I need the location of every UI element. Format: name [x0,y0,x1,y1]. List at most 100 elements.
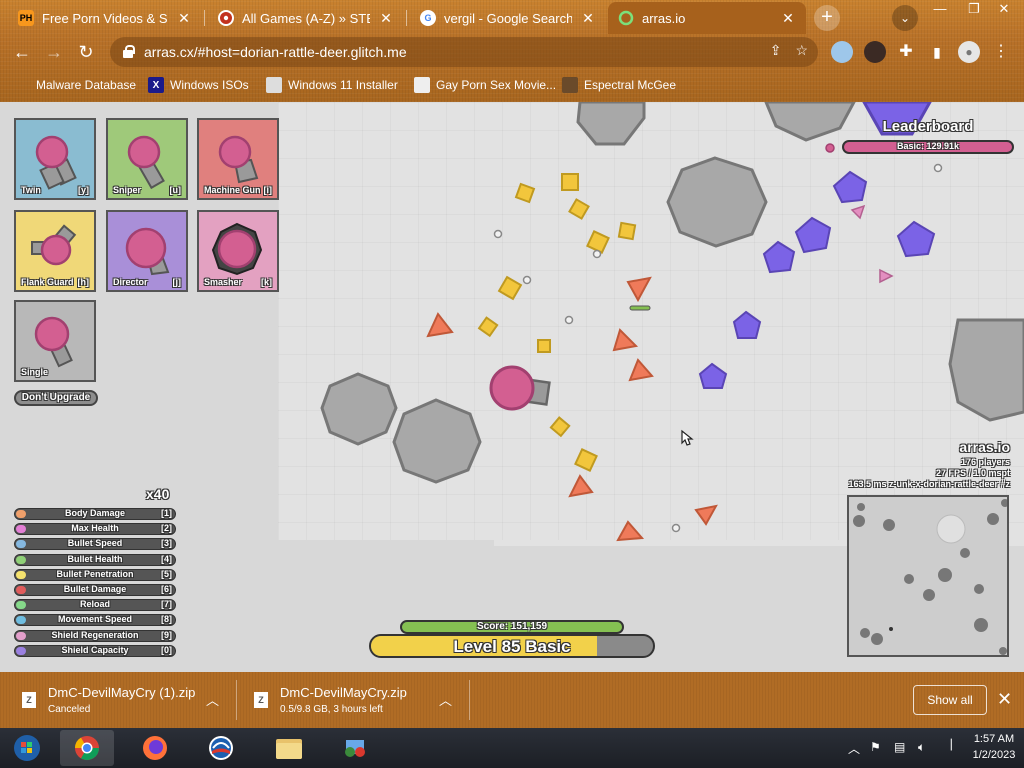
stat-shield-capacity[interactable]: Shield Capacity [0] [14,644,176,657]
rock-shape [320,372,398,446]
upgrade-sniper[interactable]: Sniper [u] [106,118,188,200]
bullet-shape [564,315,574,325]
extension-avatar-icon[interactable] [864,41,886,63]
firefox-icon [143,736,167,760]
pentagon-shape [762,240,796,274]
pornhub-favicon-icon: PH [18,10,34,26]
tab-search-button[interactable]: ⌄ [892,5,918,31]
server-info: 163.5 ms z-unk-x-dorian-rattle-deer #z [848,479,1010,489]
fps-readout: 27 FPS / 1.0 mspt [935,468,1010,478]
folder-icon [276,739,302,759]
taskbar-file-explorer[interactable] [262,730,316,766]
bookmark-malware-database[interactable]: Malware Database [14,75,136,95]
new-tab-button[interactable]: + [814,5,840,31]
minimap [847,495,1009,657]
stat-label: Shield Regeneration [51,629,139,640]
minimap-dots [853,499,1009,655]
start-button[interactable] [0,730,54,766]
action-center-flag-icon[interactable]: ⚑ [870,740,881,754]
minimize-button[interactable]: — [924,0,956,18]
player-tank [489,365,535,411]
stat-bullet-speed[interactable]: Bullet Speed [3] [14,538,176,551]
tab-close-icon[interactable]: ✕ [176,10,192,27]
game-canvas[interactable]: Twin [y] Sniper [u] Machine Gun [i] Flank G… [0,102,1024,672]
stat-bullet-health[interactable]: Bullet Health [4] [14,553,176,566]
reload-button[interactable]: ↻ [73,39,99,65]
upgrade-director[interactable]: Director [j] [106,210,188,292]
show-all-button[interactable]: Show all [913,685,987,715]
bookmark-espectral-mcgee[interactable]: Espectral McGee [562,75,676,95]
tab-1[interactable]: PH Free Porn Videos & Sex M ✕ [8,2,202,34]
tab-close-icon[interactable]: ✕ [580,10,596,27]
stat-max-health[interactable]: Max Health [2] [14,523,176,536]
square-shape [477,316,499,338]
bookmark-label: Windows ISOs [170,78,249,92]
close-downloads-icon[interactable]: ✕ [997,689,1012,710]
upgrade-flank-guard[interactable]: Flank Guard [h] [14,210,96,292]
forward-button[interactable]: → [41,39,67,65]
network-icon[interactable]: ▤ [894,740,905,754]
volume-icon[interactable]: 🔈︎ [918,740,925,755]
close-window-button[interactable]: ✕ [988,0,1020,18]
stat-label: Shield Capacity [61,644,129,655]
stat-key: [5] [161,568,172,579]
taskbar-firefox[interactable] [128,730,182,766]
upgrade-label: Twin [y] [21,185,89,195]
side-panel-icon[interactable]: ▮ [926,41,948,63]
app-logo-icon [209,736,233,760]
leaderboard-entry: Basic: 129.91k [842,140,1014,154]
stat-shield-regeneration[interactable]: Shield Regeneration [9] [14,629,176,642]
extensions-puzzle-icon[interactable]: ✚ [895,41,917,63]
chevron-up-icon[interactable]: ︿ [206,690,219,709]
upgrade-label: Flank Guard [h] [21,277,89,287]
restore-button[interactable]: ❐ [958,0,990,18]
clock-date: 1/2/2023 [972,749,1016,761]
stat-movement-speed[interactable]: Movement Speed [8] [14,614,176,627]
tab-4-active[interactable]: arras.io ✕ [608,2,806,34]
bookmark-gay-porn-sex-movie[interactable]: Gay Porn Sex Movie... [414,75,556,95]
stat-key: [0] [161,644,172,655]
upgrade-label: Sniper [u] [113,185,181,195]
screen: PH Free Porn Videos & Sex M ✕ All Games … [0,0,1024,768]
download-item-1[interactable]: Z DmC-DevilMayCry (1).zip Canceled [22,672,232,728]
server-title: arras.io [959,439,1010,455]
upgrade-twin[interactable]: Twin [y] [14,118,96,200]
bookmark-windows-isos[interactable]: X Windows ISOs [148,75,249,95]
upgrade-single[interactable]: Single [14,300,96,382]
system-clock[interactable]: 1:57 AM 1/2/2023 [968,731,1020,763]
download-item-2[interactable]: Z DmC-DevilMayCry.zip 0.5/9.8 GB, 3 hour… [254,672,464,728]
upgrade-machine-gun[interactable]: Machine Gun [i] [197,118,279,200]
taskbar-obama-app[interactable] [194,730,248,766]
taskbar-chrome[interactable] [60,730,114,766]
stat-bullet-damage[interactable]: Bullet Damage [6] [14,584,176,596]
show-hidden-icons[interactable]: ︿ [848,740,860,757]
chevron-up-icon[interactable]: ︿ [439,690,452,709]
stat-bullet-penetration[interactable]: Bullet Penetration [5] [14,568,176,581]
bookmark-star-icon[interactable]: ☆ [795,42,808,59]
back-button[interactable]: ← [9,39,35,65]
stat-key: [2] [161,523,172,534]
stat-label: Bullet Health [67,553,123,564]
upgrade-label: Single [21,367,49,377]
language-icon[interactable]: ▕ [944,740,952,751]
upgrade-smasher[interactable]: Smasher [k] [197,210,279,292]
profile-icon[interactable]: ● [958,41,980,63]
bookmark-windows-11-installer[interactable]: Windows 11 Installer [266,75,398,95]
extension-flag-icon[interactable] [831,41,853,63]
download-info: DmC-DevilMayCry.zip 0.5/9.8 GB, 3 hours … [280,685,407,715]
small-triangle-shape [850,204,866,220]
upgrade-label: Machine Gun [i] [204,185,272,195]
stat-label: Bullet Damage [63,584,127,594]
tab-close-icon[interactable]: ✕ [378,10,394,27]
tab-2[interactable]: All Games (A-Z) » STEAM ✕ [208,2,404,34]
taskbar-network-app[interactable] [328,730,382,766]
address-bar[interactable]: arras.cx/#host=dorian-rattle-deer.glitch… [110,37,818,67]
stat-reload[interactable]: Reload [7] [14,599,176,612]
stat-body-damage[interactable]: Body Damage [1] [14,508,176,520]
tab-close-icon[interactable]: ✕ [780,10,796,27]
menu-kebab-icon[interactable]: ⋮ [990,41,1012,63]
dont-upgrade-button[interactable]: Don't Upgrade [14,390,98,406]
square-shape [568,198,590,220]
tab-3[interactable]: G vergil - Google Search ✕ [410,2,606,34]
share-icon[interactable]: ⇪ [770,42,782,59]
